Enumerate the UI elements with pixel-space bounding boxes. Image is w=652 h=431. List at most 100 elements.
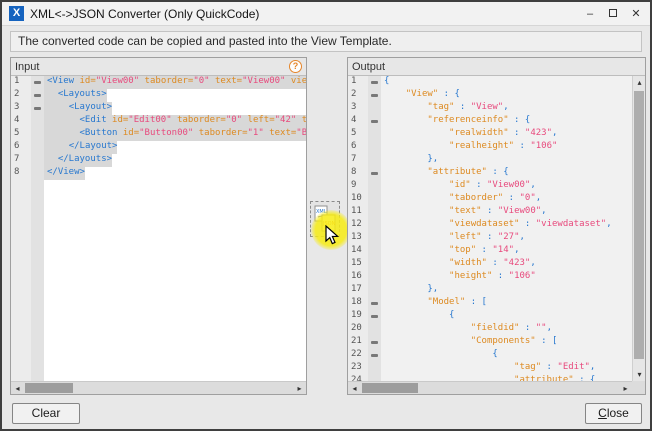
fold-margin[interactable] — [31, 76, 44, 89]
close-window-button[interactable]: ✕ — [629, 7, 643, 21]
fold-margin — [368, 323, 381, 336]
maximize-button[interactable] — [606, 7, 620, 21]
output-code-line[interactable]: 12 "viewdataset" : "viewdataset", — [348, 219, 632, 232]
scroll-left-icon[interactable]: ◂ — [11, 382, 24, 394]
output-code-line[interactable]: 23 "tag" : "Edit", — [348, 362, 632, 375]
fold-margin[interactable] — [368, 336, 381, 349]
fold-collapse-icon[interactable] — [34, 81, 41, 84]
output-code-line[interactable]: 9 "id" : "View00", — [348, 180, 632, 193]
fold-collapse-icon[interactable] — [34, 94, 41, 97]
fold-collapse-icon[interactable] — [371, 81, 378, 84]
code-text: "attribute" : { — [381, 375, 595, 381]
output-code-line[interactable]: 24 "attribute" : { — [348, 375, 632, 381]
input-h-scrollbar[interactable]: ◂ ▸ — [11, 381, 306, 394]
output-code-line[interactable]: 6 "realheight" : "106" — [348, 141, 632, 154]
output-code-line[interactable]: 4 "referenceinfo" : { — [348, 115, 632, 128]
output-code-lines[interactable]: 1{2 "View" : {3 "tag" : "View",4 "refere… — [348, 76, 632, 381]
input-code-editor[interactable]: 1<View id="View00" taborder="0" text="Vi… — [11, 76, 306, 394]
code-text: "top" : "14", — [381, 245, 520, 258]
input-code-line[interactable]: 2 <Layouts> — [11, 89, 306, 102]
output-code-line[interactable]: 5 "realwidth" : "423", — [348, 128, 632, 141]
code-token — [384, 310, 449, 320]
code-token: text= — [210, 76, 243, 86]
output-code-line[interactable]: 15 "width" : "423", — [348, 258, 632, 271]
fold-margin[interactable] — [368, 76, 381, 89]
fold-margin[interactable] — [368, 297, 381, 310]
output-code-line[interactable]: 2 "View" : { — [348, 89, 632, 102]
fold-collapse-icon[interactable] — [371, 120, 378, 123]
output-h-scrollbar[interactable]: ◂ ▸ — [348, 381, 632, 394]
output-code-line[interactable]: 16 "height" : "106" — [348, 271, 632, 284]
input-code-line[interactable]: 3 <Layout> — [11, 102, 306, 115]
fold-margin[interactable] — [31, 102, 44, 115]
code-token: top — [296, 115, 306, 125]
line-number: 4 — [11, 115, 31, 128]
fold-margin[interactable] — [31, 89, 44, 102]
output-code-line[interactable]: 20 "fieldid" : "", — [348, 323, 632, 336]
input-code-line[interactable]: 8</View> — [11, 167, 306, 180]
convert-button[interactable]: XML JSON — [310, 201, 340, 237]
fold-margin[interactable] — [368, 89, 381, 102]
code-text: <Button id="Button00" taborder="1" text=… — [44, 128, 306, 141]
output-code-line[interactable]: 19 { — [348, 310, 632, 323]
fold-collapse-icon[interactable] — [371, 354, 378, 357]
input-code-line[interactable]: 5 <Button id="Button00" taborder="1" tex… — [11, 128, 306, 141]
scroll-left-icon[interactable]: ◂ — [348, 382, 361, 394]
output-code-line[interactable]: 8 "attribute" : { — [348, 167, 632, 180]
output-code-line[interactable]: 14 "top" : "14", — [348, 245, 632, 258]
input-h-scroll-thumb[interactable] — [25, 383, 73, 393]
input-code-line[interactable]: 1<View id="View00" taborder="0" text="Vi… — [11, 76, 306, 89]
input-code-lines[interactable]: 1<View id="View00" taborder="0" text="Vi… — [11, 76, 306, 381]
fold-collapse-icon[interactable] — [34, 107, 41, 110]
line-number: 14 — [348, 245, 368, 258]
code-token: { — [384, 76, 389, 86]
clear-button[interactable]: Clear — [12, 403, 80, 424]
code-token: "attribute" — [427, 167, 487, 177]
fold-margin[interactable] — [368, 167, 381, 180]
fold-collapse-icon[interactable] — [371, 94, 378, 97]
fold-collapse-icon[interactable] — [371, 315, 378, 318]
output-code-editor[interactable]: 1{2 "View" : {3 "tag" : "View",4 "refere… — [348, 76, 645, 394]
output-h-scroll-thumb[interactable] — [362, 383, 418, 393]
scroll-right-icon[interactable]: ▸ — [293, 382, 306, 394]
output-v-scrollbar[interactable]: ▴ ▾ — [632, 76, 645, 381]
fold-collapse-icon[interactable] — [371, 302, 378, 305]
output-code-line[interactable]: 21 "Components" : [ — [348, 336, 632, 349]
output-code-line[interactable]: 10 "taborder" : "0", — [348, 193, 632, 206]
line-number: 7 — [11, 154, 31, 167]
output-code-line[interactable]: 13 "left" : "27", — [348, 232, 632, 245]
output-code-line[interactable]: 7 }, — [348, 154, 632, 167]
output-code-line[interactable]: 11 "text" : "View00", — [348, 206, 632, 219]
output-code-line[interactable]: 3 "tag" : "View", — [348, 102, 632, 115]
fold-margin — [31, 167, 44, 180]
input-code-line[interactable]: 7 </Layouts> — [11, 154, 306, 167]
code-text: "referenceinfo" : { — [381, 115, 530, 128]
fold-margin[interactable] — [368, 349, 381, 362]
close-button[interactable]: Close — [585, 403, 642, 424]
minimize-button[interactable]: – — [583, 7, 597, 21]
code-token: <View — [47, 76, 74, 86]
fold-collapse-icon[interactable] — [371, 172, 378, 175]
fold-collapse-icon[interactable] — [371, 341, 378, 344]
fold-margin[interactable] — [368, 310, 381, 323]
code-token: : — [519, 323, 535, 333]
code-token: , — [514, 245, 519, 255]
output-code-line[interactable]: 18 "Model" : [ — [348, 297, 632, 310]
code-token — [47, 154, 58, 164]
scroll-down-icon[interactable]: ▾ — [633, 368, 645, 381]
output-panel: Output 1{2 "View" : {3 "tag" : "View",4 … — [347, 57, 646, 395]
code-text: "taborder" : "0", — [381, 193, 541, 206]
output-code-line[interactable]: 22 { — [348, 349, 632, 362]
code-token: "viewdataset" — [449, 219, 519, 229]
output-v-scroll-thumb[interactable] — [634, 91, 644, 359]
output-code-line[interactable]: 1{ — [348, 76, 632, 89]
scroll-right-icon[interactable]: ▸ — [619, 382, 632, 394]
fold-margin[interactable] — [368, 115, 381, 128]
code-token — [384, 141, 449, 151]
input-code-line[interactable]: 4 <Edit id="Edit00" taborder="0" left="4… — [11, 115, 306, 128]
input-code-line[interactable]: 6 </Layout> — [11, 141, 306, 154]
help-icon[interactable]: ? — [289, 60, 302, 73]
scroll-up-icon[interactable]: ▴ — [633, 76, 645, 89]
output-code-line[interactable]: 17 }, — [348, 284, 632, 297]
title-bar[interactable]: X XML<->JSON Converter (Only QuickCode) … — [2, 2, 650, 26]
